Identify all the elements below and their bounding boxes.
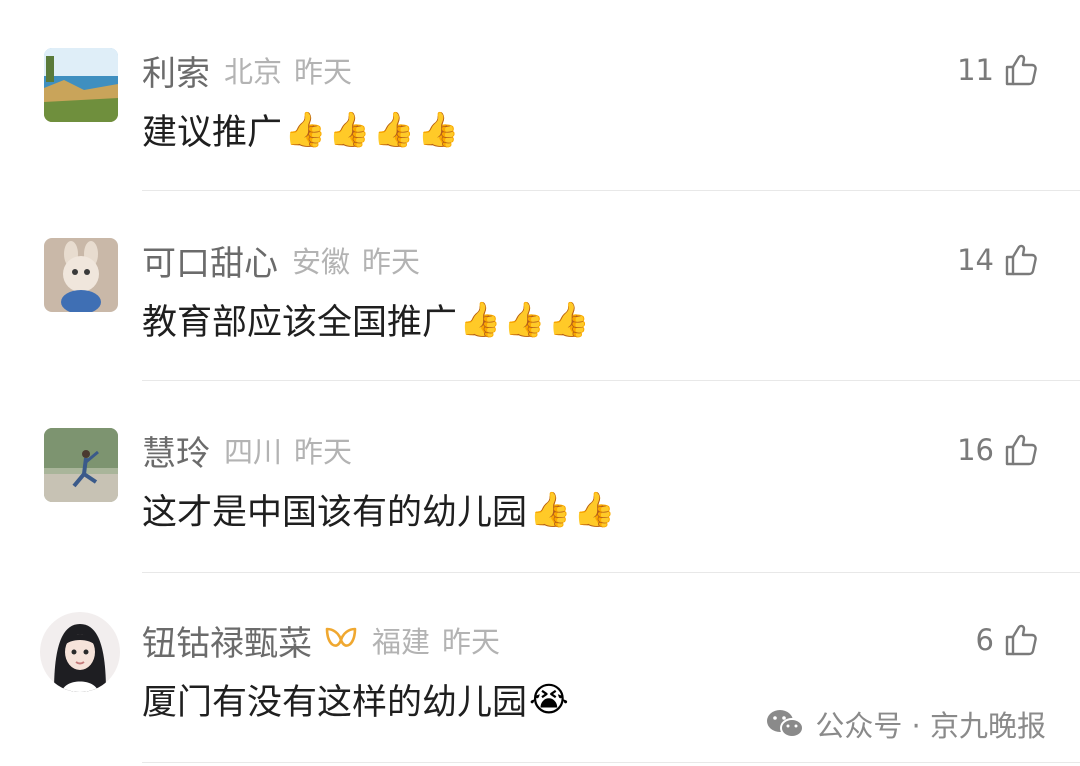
username[interactable]: 慧玲 [142,426,210,475]
like-button[interactable]: 14 [957,238,1038,282]
region-label: 四川 [224,435,283,469]
like-button[interactable]: 16 [957,428,1038,472]
crying-face-emoji: 😭 [529,679,569,720]
comment-meta: 可口甜心 安徽 昨天 [142,236,421,285]
divider [142,762,1080,763]
comment-body: 教育部应该全国推广 👍 👍 👍 [142,294,590,345]
divider [142,380,1080,381]
avatar[interactable] [44,48,118,122]
like-button[interactable]: 6 [976,618,1038,662]
thumbs-up-emoji: 👍 [284,109,327,150]
comment-body: 建议推广 👍 👍 👍 👍 [142,104,459,155]
time-label: 昨天 [442,625,501,659]
like-count: 14 [957,243,994,277]
like-button[interactable]: 11 [957,48,1038,92]
thumbs-up-emoji: 👍 [372,109,416,150]
region-label: 福建 [372,625,431,659]
comment-text: 建议推广 [142,113,283,153]
comment-meta: 钮钴禄甄菜 福建 昨天 [142,616,501,665]
region-label: 北京 [224,55,283,89]
avatar[interactable] [40,612,120,692]
like-count: 16 [957,433,994,467]
thumbs-up-icon [1005,244,1037,276]
comment-meta: 慧玲 四川 昨天 [142,426,353,475]
thumbs-up-emoji: 👍 [459,299,502,340]
thumbs-up-emoji: 👍 [573,489,616,530]
watermark-text: 公众号 · 京九晚报 [815,709,1046,743]
comment-text: 教育部应该全国推广 [142,303,458,343]
thumbs-up-icon [1005,624,1037,656]
username[interactable]: 利索 [142,46,210,95]
like-count: 6 [975,623,994,657]
thumbs-up-icon [1005,54,1037,86]
username[interactable]: 钮钴禄甄菜 [142,616,312,665]
avatar-image [40,612,120,692]
username[interactable]: 可口甜心 [142,236,278,285]
like-count: 11 [957,53,994,87]
comment-text: 厦门有没有这样的幼儿园 [142,683,528,723]
time-label: 昨天 [362,245,421,279]
comment-text: 这才是中国该有的幼儿园 [142,493,528,533]
comment-meta: 利索 北京 昨天 [142,46,353,95]
wechat-icon [767,710,805,738]
avatar-image [44,238,118,312]
comment-body: 这才是中国该有的幼儿园 👍 👍 [142,484,616,535]
watermark: 公众号 · 京九晚报 [765,704,1046,744]
thumbs-up-icon [1005,434,1037,466]
thumbs-up-emoji: 👍 [547,299,591,340]
infinity-badge-icon [324,625,358,655]
region-label: 安徽 [292,245,351,279]
avatar[interactable] [44,238,118,312]
thumbs-up-emoji: 👍 [529,489,572,530]
time-label: 昨天 [294,55,353,89]
time-label: 昨天 [294,435,353,469]
divider [142,190,1080,191]
avatar-image [44,48,118,122]
avatar[interactable] [44,428,118,502]
comment-body: 厦门有没有这样的幼儿园 😭 [142,674,569,725]
thumbs-up-emoji: 👍 [417,109,460,150]
thumbs-up-emoji: 👍 [328,109,371,150]
thumbs-up-emoji: 👍 [503,299,546,340]
divider [142,572,1080,573]
avatar-image [44,428,118,502]
